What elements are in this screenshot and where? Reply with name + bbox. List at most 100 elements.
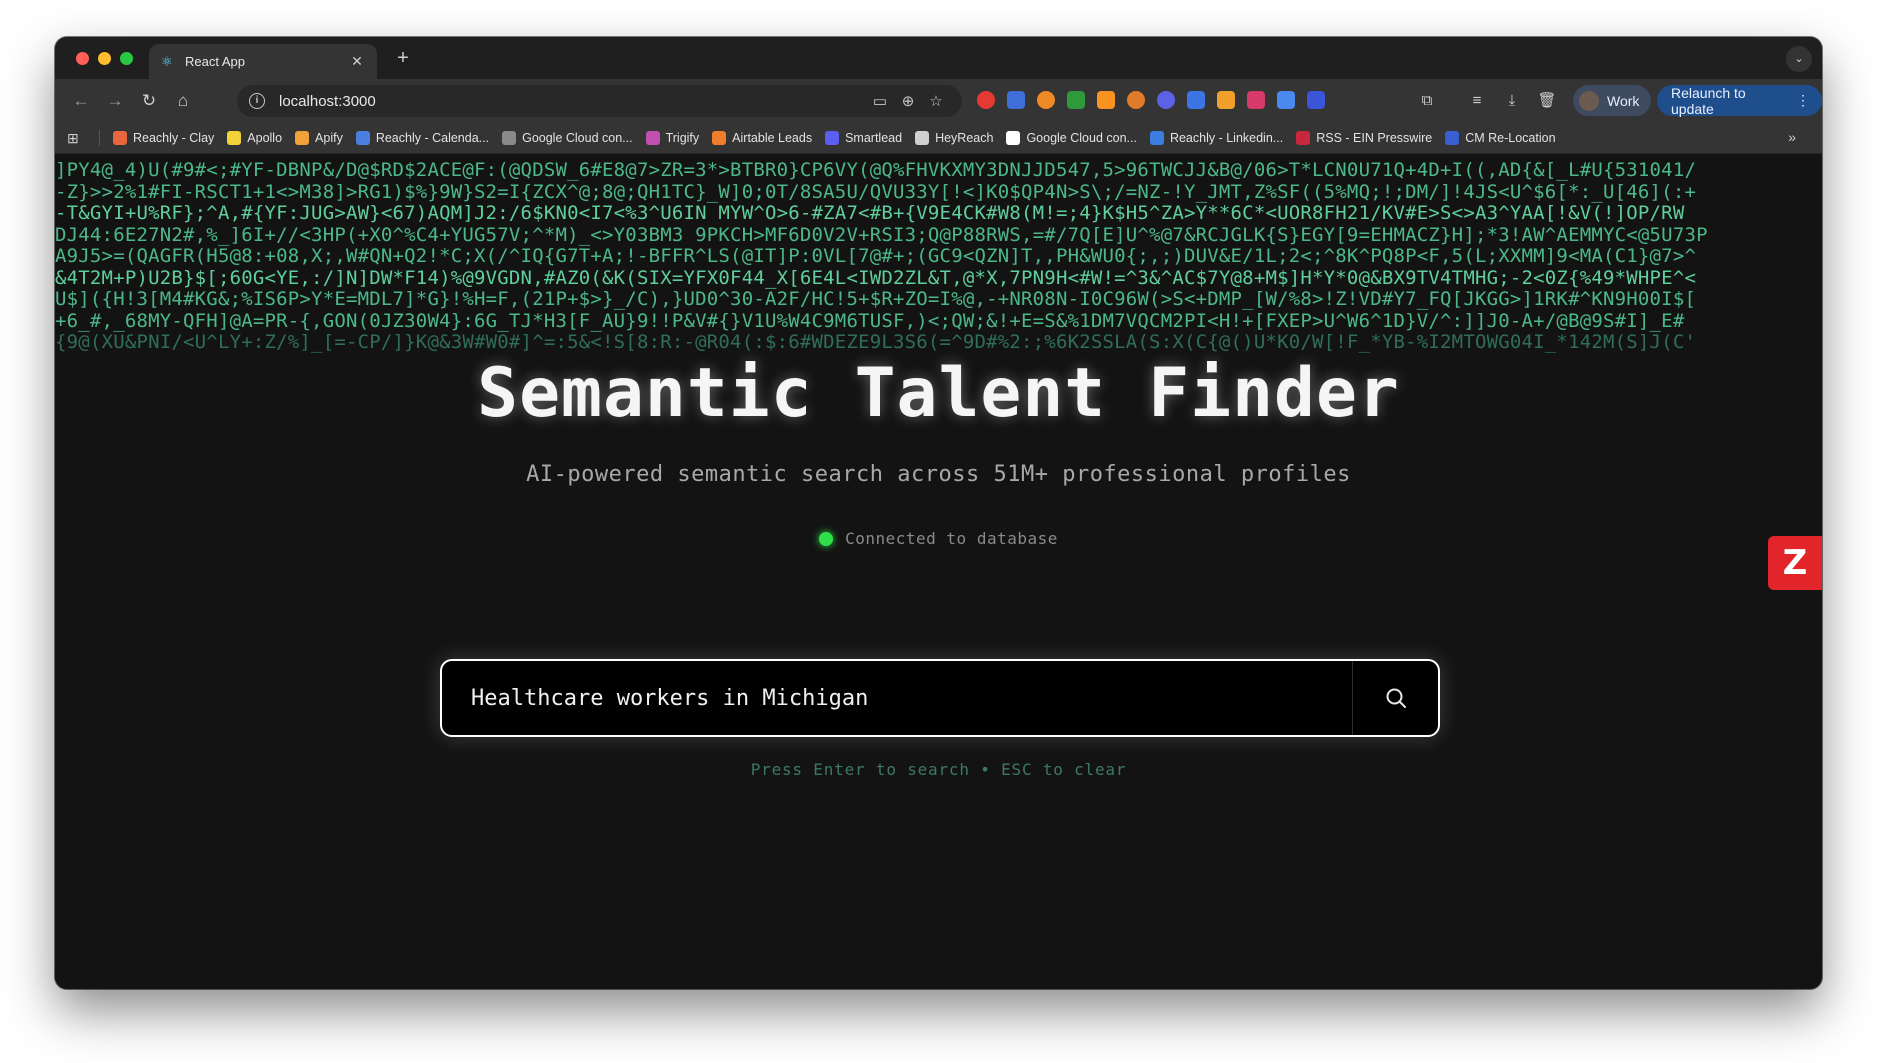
profile-label: Work [1607,92,1640,109]
bookmark-label: HeyReach [935,131,994,145]
matrix-rain-line: -Z}>>2%1#FI-RSCT1+1<>M38]>RG1)$%}9W}S2=I… [55,181,1697,203]
bookmark-item[interactable]: Airtable Leads [712,131,812,145]
react-icon: ⚛ [161,53,173,69]
a-extension-icon[interactable] [1277,91,1295,109]
page-subtitle: AI-powered semantic search across 51M+ p… [526,462,1351,487]
tab-react-app[interactable]: ⚛ React App ✕ [149,44,377,79]
pokeball-extension-icon[interactable] [977,91,995,109]
matrix-rain-line: A9J5>=(QAGFR(H5@8:+08,X;,W#QN+Q2!*C;X(/^… [55,246,1697,267]
minimize-window-button[interactable] [98,52,111,65]
bookmark-favicon-icon [1445,131,1460,145]
bookmark-list: Reachly - Clay Apollo Apify Reachly - Calen… [113,122,1556,154]
bookmark-item[interactable]: Reachly - Clay [113,131,214,145]
bookmark-favicon-icon [295,131,310,145]
matrix-rain-line: ]PY4@_4)U(#9#<;#YF-DBNP&/D@$RD$2ACE@F:(@… [55,160,1697,181]
tab-groups-icon[interactable]: ≡ [1467,91,1487,111]
url-text[interactable]: localhost:3000 [279,93,866,110]
bookmark-favicon-icon [355,131,370,145]
hand-extension-icon[interactable] [1307,91,1325,109]
rss-extension-icon[interactable] [1097,91,1115,109]
status-dot-icon [819,531,834,546]
search-input[interactable] [442,661,1352,735]
forward-arrow-icon[interactable]: → [103,89,127,113]
relaunch-label: Relaunch to update [1671,84,1746,117]
relaunch-button[interactable]: Relaunch to update ⋮ [1657,84,1822,117]
bookmark-item[interactable]: Trigify [645,131,700,145]
layers-extension-icon[interactable] [1217,91,1235,109]
bookmark-label: Google Cloud con... [522,131,633,145]
cast-icon[interactable]: ▭ [866,92,894,110]
tab-title: React App [185,54,245,69]
more-vertical-icon[interactable]: ⋮ [1796,92,1810,109]
matrix-rain-background: ]PY4@_4)U(#9#<;#YF-DBNP&/D@$RD$2ACE@F:(@… [55,160,1822,354]
close-window-button[interactable] [76,52,89,65]
pink-extension-icon[interactable] [1247,91,1265,109]
page-title: Semantic Talent Finder [477,354,1400,433]
bookmark-item[interactable]: Smartlead [825,131,902,145]
matrix-rain-line: &4T2M+P)U2B}$[;60G<YE,:/]N]DW*F14)%@9VGD… [55,267,1697,289]
tab-search-chevron-icon[interactable]: ⌄ [1786,46,1812,72]
search-icon [1386,688,1406,708]
new-tab-button[interactable]: + [391,47,415,70]
bookmark-label: Reachly - Calenda... [375,131,490,145]
address-bar[interactable]: i localhost:3000 ▭ ⊕ ☆ [237,85,962,117]
back-arrow-icon[interactable]: ← [69,89,93,113]
bookmarks-bar: ⊞ Reachly - Clay Apollo Apify Reachly - Cal… [55,122,1822,154]
bookmark-item[interactable]: Google Cloud con... [1006,131,1137,145]
maximize-window-button[interactable] [120,52,133,65]
bookmark-item[interactable]: RSS - EIN Presswire [1296,131,1432,145]
reload-icon[interactable]: ↻ [137,89,161,113]
profile-button[interactable]: Work [1573,85,1652,116]
bookmark-label: Reachly - Clay [133,131,215,145]
zoom-icon[interactable]: ⊕ [894,92,922,110]
bookmark-item[interactable]: Reachly - Linkedin... [1149,131,1284,145]
matrix-rain-line: +6_#,_68MY-QFH]@A=PR-{,GON(0JZ30W4}:6G_T… [55,310,1685,332]
gear-extension-icon[interactable] [1157,91,1175,109]
site-info-icon[interactable]: i [249,93,265,109]
apps-grid-icon[interactable]: ⊞ [67,130,83,146]
bookmark-item[interactable]: HeyReach [915,131,993,145]
bookmark-label: Trigify [665,131,700,145]
bookmark-favicon-icon [825,131,840,145]
bookmark-item[interactable]: Apify [295,131,343,145]
browser-window: ⚛ React App ✕ + ⌄ ← → ↻ ⌂ i localhost:30… [55,37,1822,989]
bookmark-label: Apollo [247,131,283,145]
home-icon[interactable]: ⌂ [171,89,195,113]
bookmark-label: Reachly - Linkedin... [1169,131,1284,145]
green-extension-icon[interactable] [1067,91,1085,109]
search-box [440,659,1440,737]
extensions-row [977,91,1325,109]
bookmark-label: Smartlead [845,131,903,145]
page-content: ]PY4@_4)U(#9#<;#YF-DBNP&/D@$RD$2ACE@F:(@… [55,154,1822,989]
avatar [1579,90,1599,111]
bookmark-favicon-icon [915,131,930,145]
download-icon[interactable]: ⤓ [1502,91,1522,111]
bookmark-item[interactable]: Google Cloud con... [502,131,633,145]
blue-e-extension-icon[interactable] [1007,91,1025,109]
bookmark-item[interactable]: Reachly - Calenda... [355,131,490,145]
matrix-rain-line: -T&GYI+U%RF};^A,#{YF:JUG>AW}<67)AQM]J2:/… [55,203,1685,224]
bookmark-label: CM Re-Location [1465,131,1556,145]
cookie-extension-icon[interactable] [1127,91,1145,109]
bookmark-item[interactable]: Apollo [227,131,282,145]
orange-swirl-extension-icon[interactable] [1037,91,1055,109]
extensions-puzzle-icon[interactable]: ⧉ [1417,91,1437,111]
search-button[interactable] [1352,661,1438,735]
contacts-extension-icon[interactable] [1187,91,1205,109]
bookmark-star-icon[interactable]: ☆ [922,92,950,110]
bookmark-label: Google Cloud con... [1026,131,1137,145]
bookmark-item[interactable]: CM Re-Location [1445,131,1556,145]
more-bookmarks-icon[interactable]: » [1788,129,1796,145]
trash-icon[interactable]: 🗑 [1537,91,1557,111]
bookmark-favicon-icon [712,131,727,145]
matrix-rain-line: {9@(XU&PNI/<U^LY+:Z/%]_[=-CP/]}K@&3W#W0#… [55,332,1697,353]
bookmarks-divider [99,130,100,146]
search-hint: Press Enter to search • ESC to clear [750,760,1127,779]
matrix-rain-line: DJ44:6E27N2#,%_]6I+//<3HP(+X0^%C4+YUG57V… [55,224,1708,246]
bookmark-favicon-icon [645,131,660,145]
bookmark-label: Airtable Leads [732,131,813,145]
tab-close-icon[interactable]: ✕ [349,53,365,70]
window-controls [76,52,133,65]
zoominfo-logo-icon[interactable]: Z [1768,536,1822,590]
bookmark-favicon-icon [1006,131,1021,145]
